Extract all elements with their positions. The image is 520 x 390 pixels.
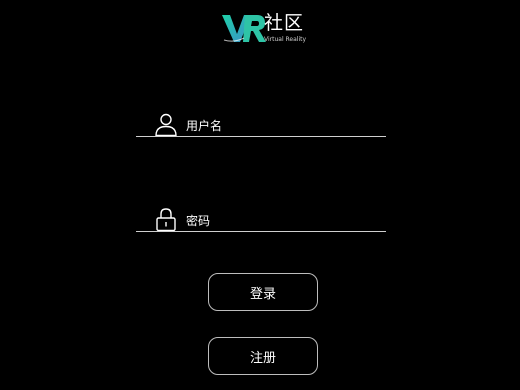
lock-icon [156, 208, 176, 231]
app-logo: 社区 Virtual Reality [220, 12, 310, 46]
vr-logo-icon [222, 15, 266, 42]
username-field [136, 112, 386, 137]
logo-title: 社区 [264, 12, 305, 34]
password-input[interactable] [186, 211, 382, 231]
login-button[interactable]: 登录 [208, 273, 318, 311]
user-icon [155, 113, 177, 136]
logo-subtitle: Virtual Reality [264, 36, 307, 43]
username-input[interactable] [186, 116, 382, 136]
register-button[interactable]: 注册 [208, 337, 318, 375]
password-field [136, 207, 386, 232]
